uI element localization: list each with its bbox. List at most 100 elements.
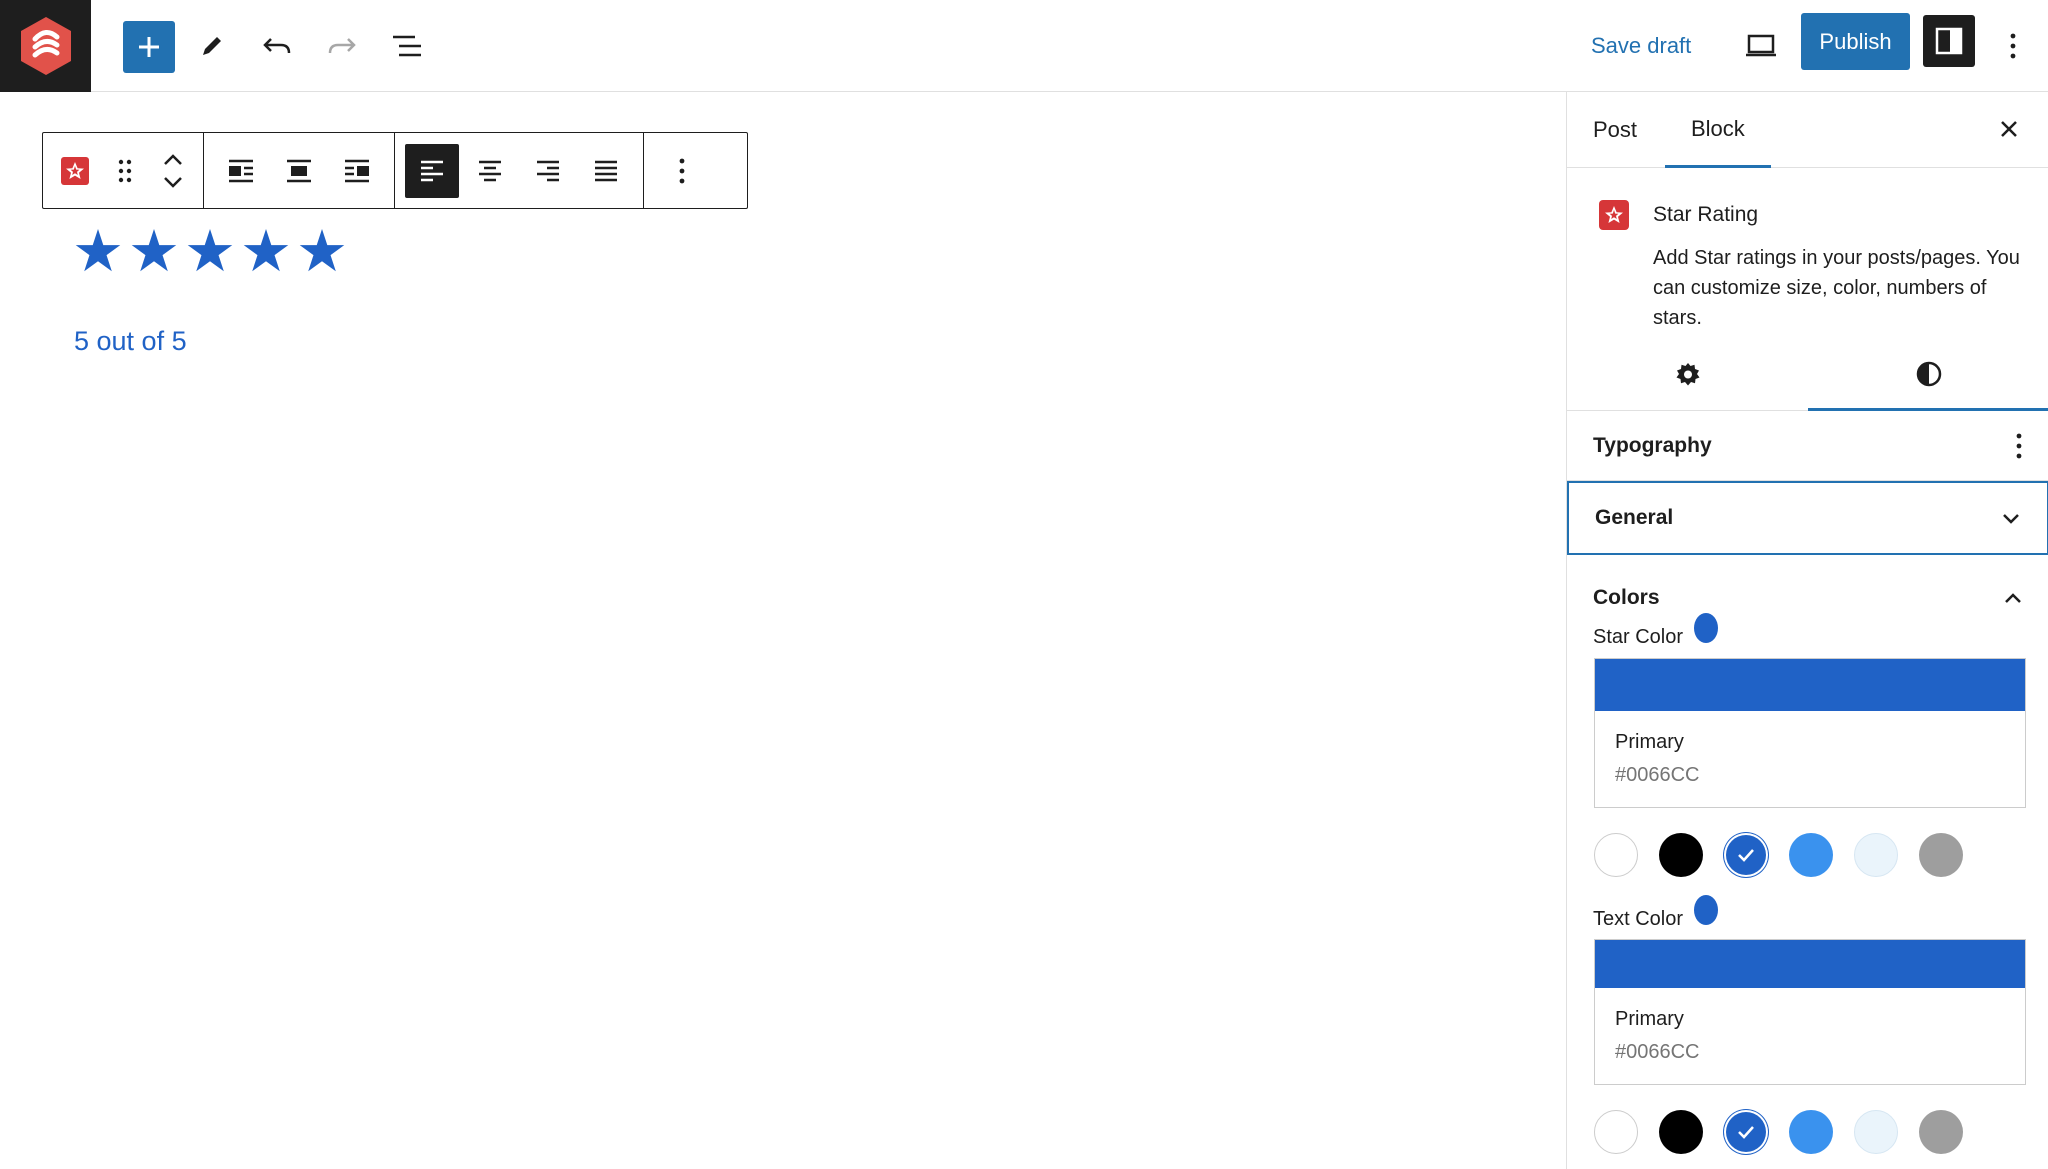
brand-logo-icon (20, 17, 71, 75)
star-5: ★ (296, 217, 348, 285)
drag-handle-icon (118, 159, 132, 182)
tab-settings[interactable] (1567, 339, 1808, 411)
color-option-blue[interactable] (1789, 833, 1833, 877)
text-align-center-button[interactable] (463, 144, 517, 198)
more-vertical-icon[interactable] (2015, 433, 2023, 459)
colors-title: Colors (1593, 586, 1660, 609)
star-3: ★ (184, 217, 236, 285)
block-type-button[interactable] (51, 144, 99, 198)
drag-handle[interactable] (103, 144, 147, 198)
text-align-right-button[interactable] (521, 144, 575, 198)
color-option-white[interactable] (1594, 1110, 1638, 1154)
color-option-primary[interactable] (1724, 1110, 1768, 1154)
preview-button[interactable] (1735, 20, 1787, 72)
block-switcher-group (43, 133, 204, 208)
inspector-tabs (1567, 339, 2048, 411)
plus-icon (139, 37, 159, 57)
tab-block[interactable]: Block (1665, 92, 1771, 168)
block-card: Star Rating Add Star ratings in your pos… (1567, 169, 2048, 339)
align-center-icon (287, 159, 311, 182)
star-color-info: Primary #0066CC (1595, 711, 2025, 807)
more-vertical-icon (2010, 33, 2016, 59)
chevron-down-icon (2003, 514, 2019, 524)
color-option-gray[interactable] (1919, 833, 1963, 877)
align-left-icon (229, 159, 253, 182)
move-down-icon[interactable] (162, 175, 184, 189)
general-panel-toggle[interactable]: General (1567, 481, 2048, 555)
color-option-gray[interactable] (1919, 1110, 1963, 1154)
color-option-black[interactable] (1659, 1110, 1703, 1154)
text-align-left-icon (421, 160, 443, 181)
general-title: General (1595, 506, 1674, 529)
redo-button[interactable] (316, 20, 368, 72)
text-alignment-group (395, 133, 644, 208)
settings-sidebar: Post Block Star Rating Add Star ratings … (1566, 92, 2048, 1169)
more-vertical-icon (679, 158, 685, 183)
chevron-up-icon (2005, 593, 2021, 603)
settings-toggle-button[interactable] (1923, 15, 1975, 67)
gear-icon (1676, 363, 1699, 386)
text-color-name: Primary (1615, 1008, 1684, 1030)
color-option-primary[interactable] (1724, 833, 1768, 877)
color-option-light-blue[interactable] (1854, 833, 1898, 877)
star-color-palette (1594, 833, 1963, 877)
colors-panel-toggle[interactable]: Colors (1567, 555, 2048, 623)
color-option-white[interactable] (1594, 833, 1638, 877)
block-description: Add Star ratings in your posts/pages. Yo… (1653, 247, 2020, 329)
options-menu-button[interactable] (1995, 20, 2031, 72)
site-logo-button[interactable] (0, 0, 91, 92)
redo-icon (328, 38, 356, 54)
tab-styles[interactable] (1808, 339, 2048, 411)
half-circle-styles-icon (1916, 361, 1941, 386)
align-right-icon (345, 159, 369, 182)
align-left-button[interactable] (214, 144, 268, 198)
block-title: Star Rating (1653, 203, 1759, 226)
text-align-left-button[interactable] (405, 143, 459, 198)
desktop-preview-icon (1746, 34, 1776, 57)
edit-tools-button[interactable] (186, 20, 238, 72)
text-justify-button[interactable] (579, 144, 633, 198)
publish-button[interactable]: Publish (1801, 13, 1910, 70)
text-color-info: Primary #0066CC (1595, 988, 2025, 1084)
block-options-group (644, 133, 720, 208)
add-block-button[interactable] (123, 21, 175, 73)
star-rating-stars[interactable]: ★ ★ ★ ★ ★ (72, 222, 348, 280)
tab-post[interactable]: Post (1567, 92, 1663, 168)
star-2: ★ (128, 217, 180, 285)
text-color-palette (1594, 1110, 1963, 1154)
align-center-button[interactable] (272, 144, 326, 198)
star-color-hex: #0066CC (1615, 764, 1700, 786)
document-overview-button[interactable] (381, 20, 433, 72)
move-up-icon[interactable] (162, 153, 184, 167)
text-align-center-icon (479, 160, 501, 181)
list-view-icon (393, 35, 421, 57)
sidebar-tabs: Post Block (1567, 92, 2048, 168)
save-draft-button[interactable]: Save draft (1585, 26, 1697, 66)
sidebar-toggle-icon (1935, 27, 1963, 55)
star-4: ★ (240, 217, 292, 285)
undo-icon (263, 38, 291, 54)
color-option-black[interactable] (1659, 833, 1703, 877)
typography-panel-header[interactable]: Typography (1567, 411, 2048, 481)
text-color-hex: #0066CC (1615, 1041, 1700, 1063)
star-color-label: Star Color (1593, 626, 1684, 648)
star-color-indicator (1694, 613, 1718, 643)
color-option-blue[interactable] (1789, 1110, 1833, 1154)
star-1: ★ (72, 217, 124, 285)
close-settings-button[interactable] (1984, 104, 2034, 154)
text-color-label: Text Color (1593, 908, 1684, 930)
undo-button[interactable] (251, 20, 303, 72)
block-options-button[interactable] (658, 144, 706, 198)
typography-title: Typography (1593, 433, 1712, 457)
color-option-light-blue[interactable] (1854, 1110, 1898, 1154)
text-align-right-icon (537, 160, 559, 181)
editor-top-bar: Save draft Publish (0, 0, 2048, 92)
text-color-picker[interactable]: Primary #0066CC (1594, 939, 2026, 1085)
star-color-name: Primary (1615, 731, 1684, 753)
align-right-button[interactable] (330, 144, 384, 198)
block-toolbar (42, 132, 748, 209)
check-icon (1738, 1126, 1754, 1139)
close-icon (2001, 121, 2017, 137)
rating-text[interactable]: 5 out of 5 (74, 326, 187, 357)
star-color-picker[interactable]: Primary #0066CC (1594, 658, 2026, 808)
